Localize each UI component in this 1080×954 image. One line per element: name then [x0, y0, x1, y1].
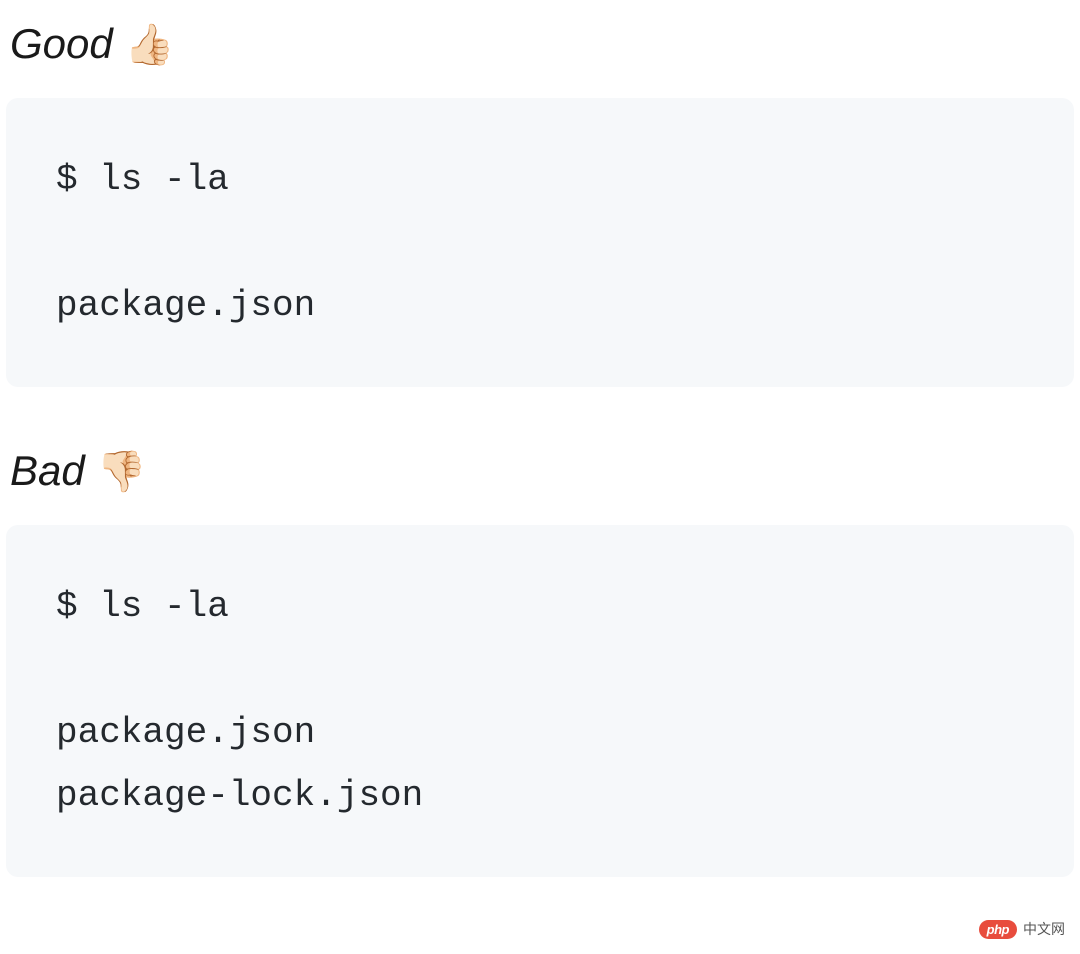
- thumbs-down-icon: 👎🏻: [97, 448, 147, 495]
- watermark: php 中文网: [979, 919, 1065, 939]
- bad-section: Bad 👎🏻 $ ls -la package.json package-loc…: [0, 427, 1080, 877]
- bad-label: Bad: [10, 447, 85, 495]
- watermark-badge: php: [979, 920, 1017, 939]
- good-label: Good: [10, 20, 113, 68]
- watermark-text: 中文网: [1023, 919, 1065, 939]
- good-code-block: $ ls -la package.json: [6, 98, 1074, 387]
- thumbs-up-icon: 👍🏻: [125, 21, 175, 68]
- bad-heading: Bad 👎🏻: [0, 427, 1080, 525]
- bad-code-block: $ ls -la package.json package-lock.json: [6, 525, 1074, 877]
- good-heading: Good 👍🏻: [0, 0, 1080, 98]
- good-section: Good 👍🏻 $ ls -la package.json: [0, 0, 1080, 387]
